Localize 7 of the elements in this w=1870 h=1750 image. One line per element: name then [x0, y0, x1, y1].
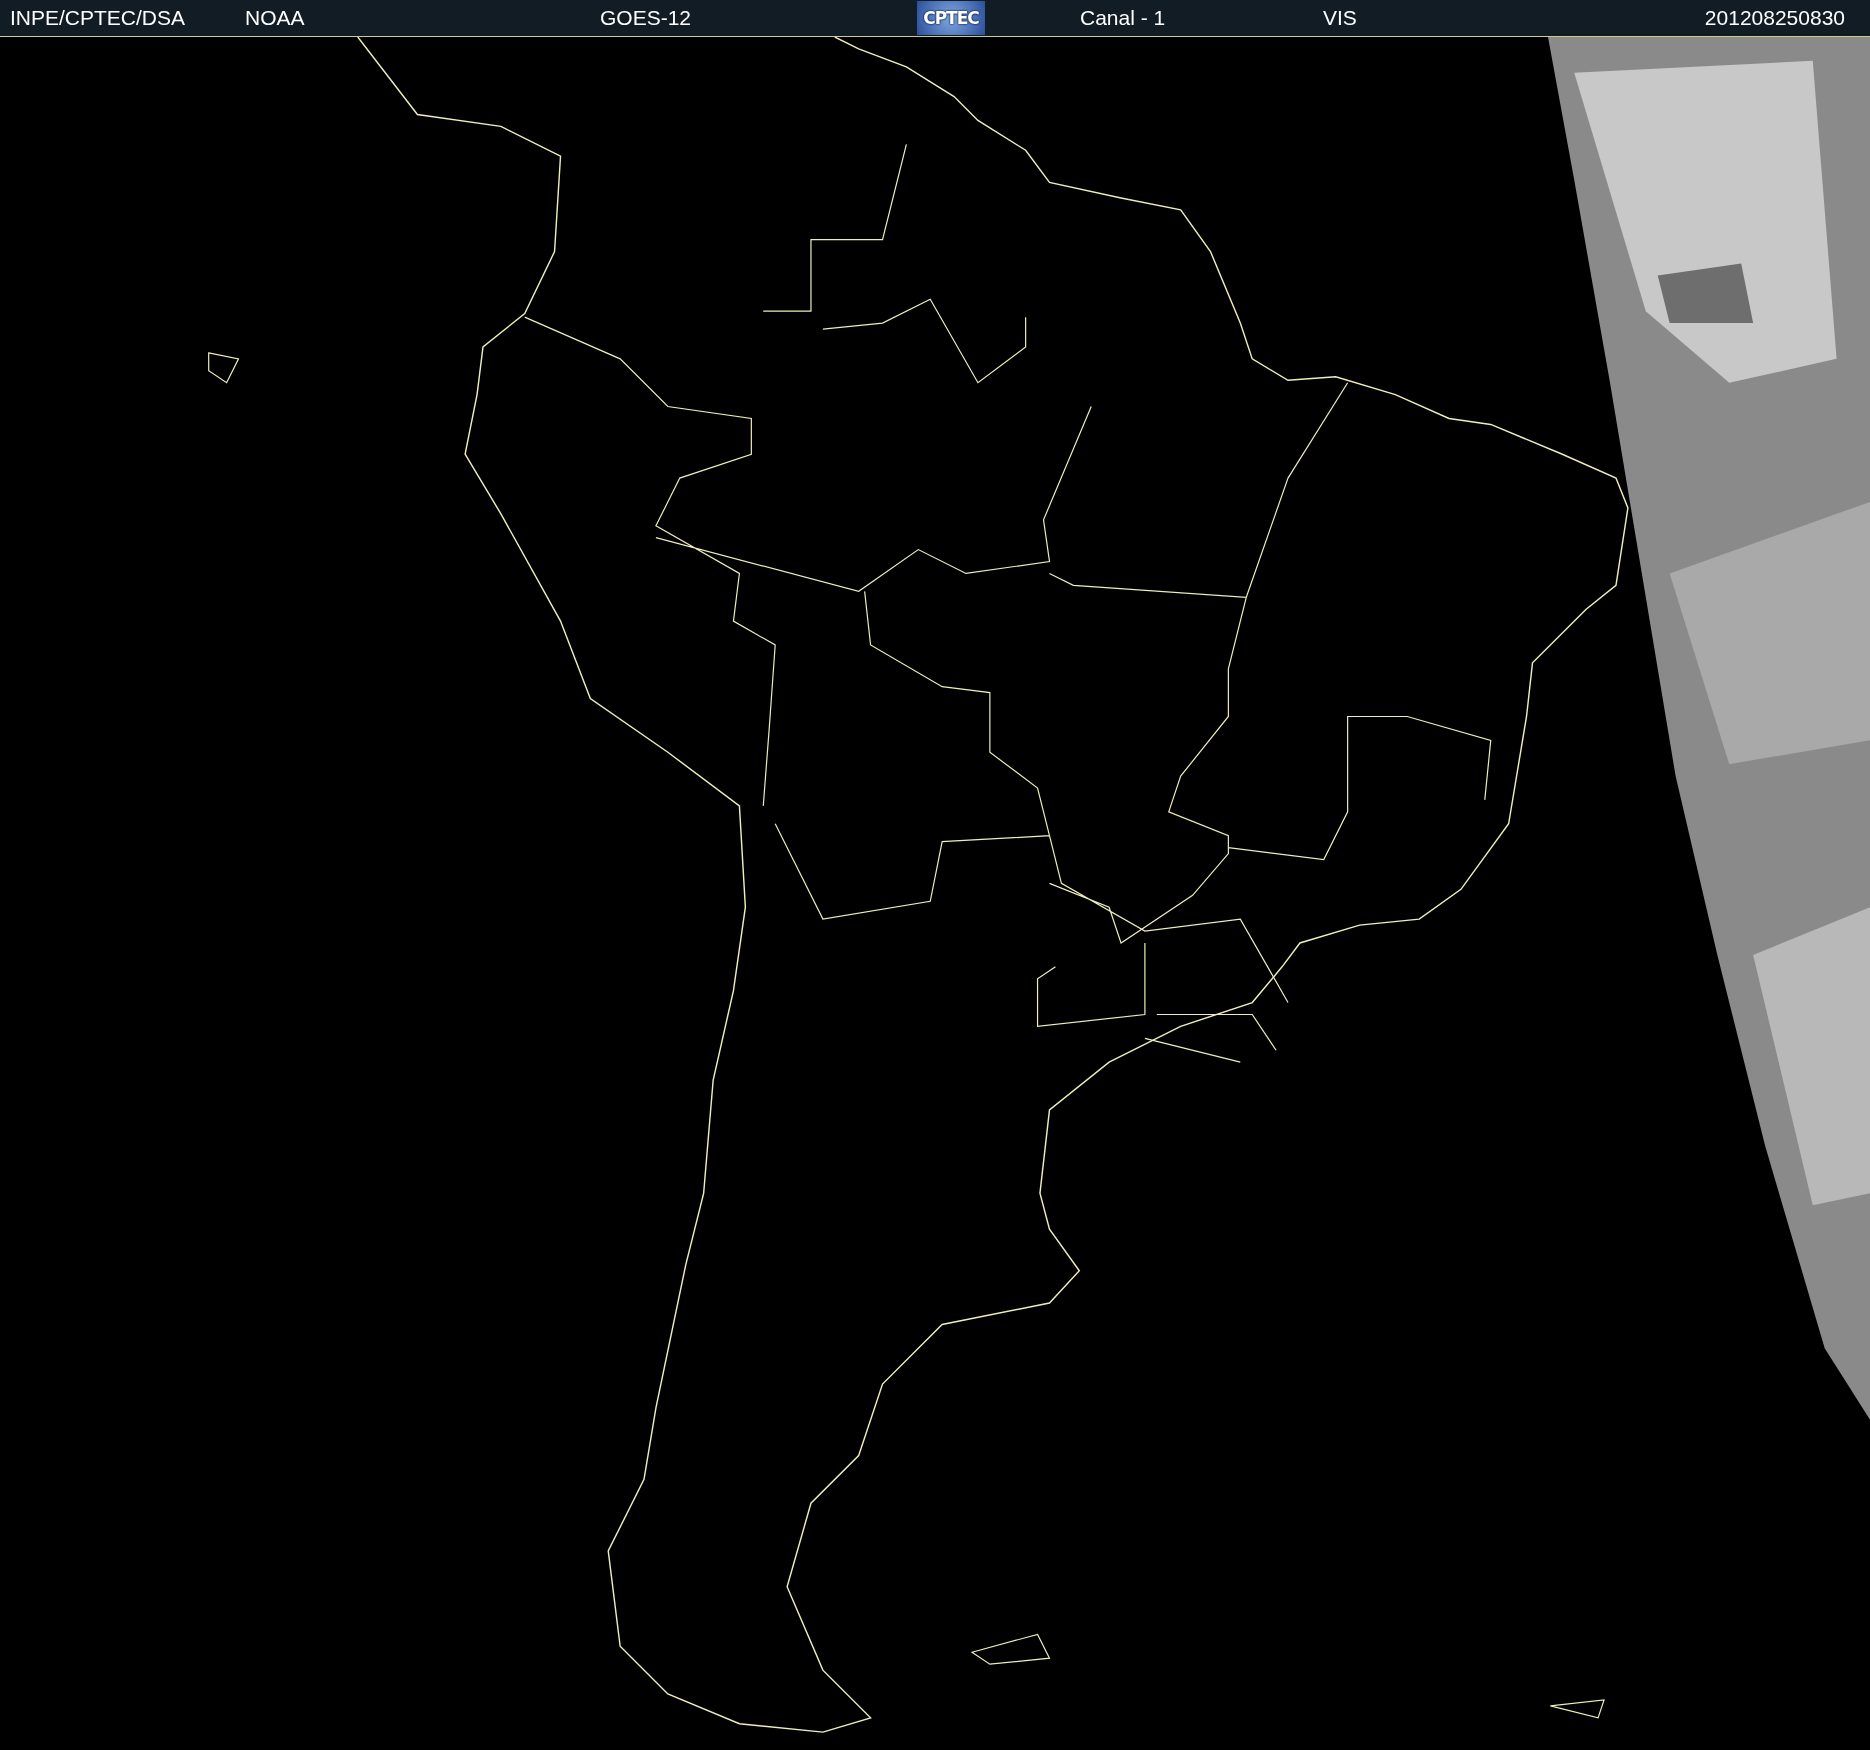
header-label: GOES-12 — [600, 6, 693, 30]
header-label: INPE/CPTEC/DSA — [10, 6, 187, 30]
header-label: VIS — [1323, 6, 1358, 30]
header-label: Canal - 1 — [1080, 6, 1167, 30]
logo: CPTEC — [917, 1, 985, 35]
header-label: NOAA — [245, 6, 306, 30]
header-label: 201208250830 — [1704, 6, 1845, 30]
